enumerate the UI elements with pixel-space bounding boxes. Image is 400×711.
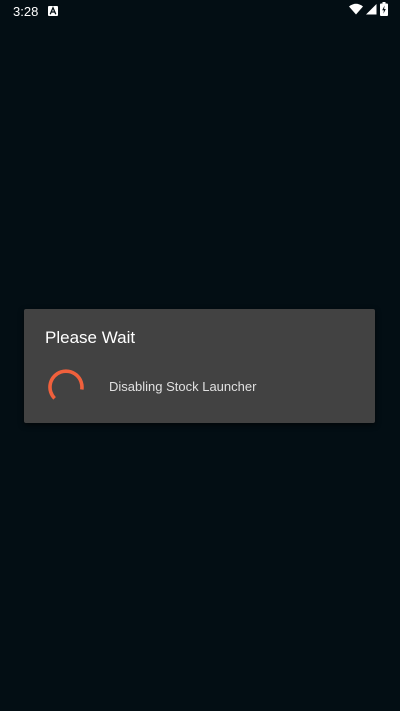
status-bar: 3:28	[0, 0, 400, 24]
status-time: 3:28	[13, 4, 39, 19]
dialog-title: Please Wait	[45, 328, 136, 347]
progress-spinner-icon	[47, 367, 85, 405]
a-badge-icon	[48, 6, 58, 16]
status-icons	[346, 1, 388, 21]
screen: 3:28 Please Wait Disabling Stock Launche…	[0, 0, 400, 711]
battery-charging-icon	[380, 1, 388, 21]
progress-dialog: Please Wait Disabling Stock Launcher	[24, 309, 375, 423]
cell-signal-icon	[366, 2, 377, 20]
dialog-message: Disabling Stock Launcher	[109, 379, 257, 394]
wifi-icon	[349, 2, 363, 20]
